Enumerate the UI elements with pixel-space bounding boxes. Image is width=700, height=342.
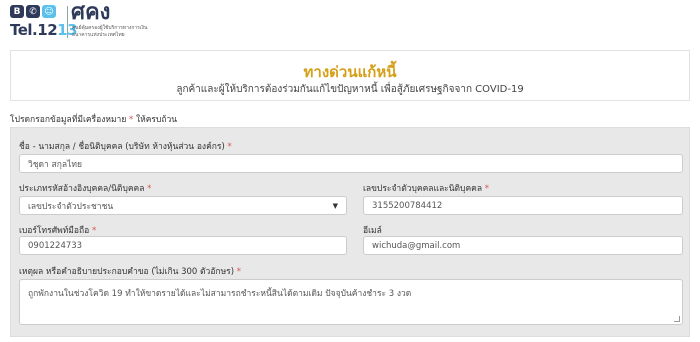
name-label: ชื่อ - นามสกุล / ชื่อนิติบุคคล (บริษัท ห… <box>19 139 232 153</box>
tel-number-part1: 12 <box>37 21 58 39</box>
reason-required-mark: * <box>236 267 242 277</box>
banner-title: ทางด่วนแก้หนี้ <box>303 63 397 81</box>
id-number-required-mark: * <box>484 184 489 194</box>
name-input[interactable]: วิชุดา สกุลไทย <box>19 154 683 173</box>
resize-handle-icon[interactable] <box>674 316 680 322</box>
b-icon: B <box>10 5 24 18</box>
header: B ✆ ☺ Tel.1213 ศคง ศูนย์คุ้มครองผู้ใช้บร… <box>0 0 700 46</box>
phone-icon: ✆ <box>26 5 40 18</box>
required-asterisk: * <box>129 115 134 125</box>
id-type-required-mark: * <box>147 184 152 194</box>
phone-input[interactable]: 0901224733 <box>19 236 347 255</box>
reason-textarea[interactable]: ถูกพักงานในช่วงโควิด 19 ทำให้ขาดรายได้แล… <box>19 279 683 325</box>
email-input-value: wichuda@gmail.com <box>372 240 461 251</box>
form-panel: ชื่อ - นามสกุล / ชื่อนิติบุคคล (บริษัท ห… <box>10 127 690 337</box>
phone-label: เบอร์โทรศัพท์มือถือ * <box>19 223 96 237</box>
id-number-label-text: เลขประจำตัวบุคคลและนิติบุคคล <box>363 184 483 194</box>
id-number-input-value: 3155200784412 <box>372 200 443 211</box>
logo-brand: ศคง <box>71 0 111 25</box>
phone-label-text: เบอร์โทรศัพท์มือถือ <box>19 226 90 236</box>
banner: ทางด่วนแก้หนี้ ลูกค้าและผู้ให้บริการต้อง… <box>10 50 690 101</box>
reason-textarea-value: ถูกพักงานในช่วงโควิด 19 ทำให้ขาดรายได้แล… <box>28 289 412 299</box>
email-label: อีเมล์ <box>363 223 382 237</box>
name-label-text: ชื่อ - นามสกุล / ชื่อนิติบุคคล (บริษัท ห… <box>19 142 225 152</box>
id-number-input[interactable]: 3155200784412 <box>363 196 683 215</box>
id-type-label-text: ประเภทรหัสอ้างอิงบุคคล/นิติบุคคล <box>19 184 145 194</box>
email-label-text: อีเมล์ <box>363 226 382 236</box>
smile-icon: ☺ <box>42 5 56 18</box>
id-type-label: ประเภทรหัสอ้างอิงบุคคล/นิติบุคคล * <box>19 181 151 195</box>
id-number-label: เลขประจำตัวบุคคลและนิติบุคคล * <box>363 181 489 195</box>
name-input-value: วิชุดา สกุลไทย <box>28 159 82 170</box>
logo-divider <box>67 6 68 38</box>
id-type-select[interactable]: เลขประจำตัวประชาชน ▼ <box>19 196 347 215</box>
id-type-select-value: เลขประจำตัวประชาชน <box>28 201 114 212</box>
logo-subtitle-2: ธนาคารแห่งประเทศไทย <box>72 32 125 38</box>
required-note-text: โปรดกรอกข้อมูลที่มีเครื่องหมาย <box>10 115 127 125</box>
logo-icons: B ✆ ☺ <box>10 5 56 18</box>
phone-required-mark: * <box>91 226 97 236</box>
reason-label: เหตุผล หรือคำอธิบายประกอบคำขอ (ไม่เกิน 3… <box>19 264 241 278</box>
required-note: โปรดกรอกข้อมูลที่มีเครื่องหมาย * ให้ครบถ… <box>10 112 177 126</box>
tel-prefix: Tel. <box>10 21 38 39</box>
chevron-down-icon: ▼ <box>332 202 338 210</box>
name-required-mark: * <box>227 142 232 152</box>
phone-input-value: 0901224733 <box>28 240 83 251</box>
reason-label-text: เหตุผล หรือคำอธิบายประกอบคำขอ (ไม่เกิน 3… <box>19 267 235 277</box>
required-note-suffix: ให้ครบถ้วน <box>135 115 178 125</box>
email-input[interactable]: wichuda@gmail.com <box>363 236 683 255</box>
banner-subtitle: ลูกค้าและผู้ให้บริการต้องร่วมกันแก้ไขปัญ… <box>176 84 524 95</box>
